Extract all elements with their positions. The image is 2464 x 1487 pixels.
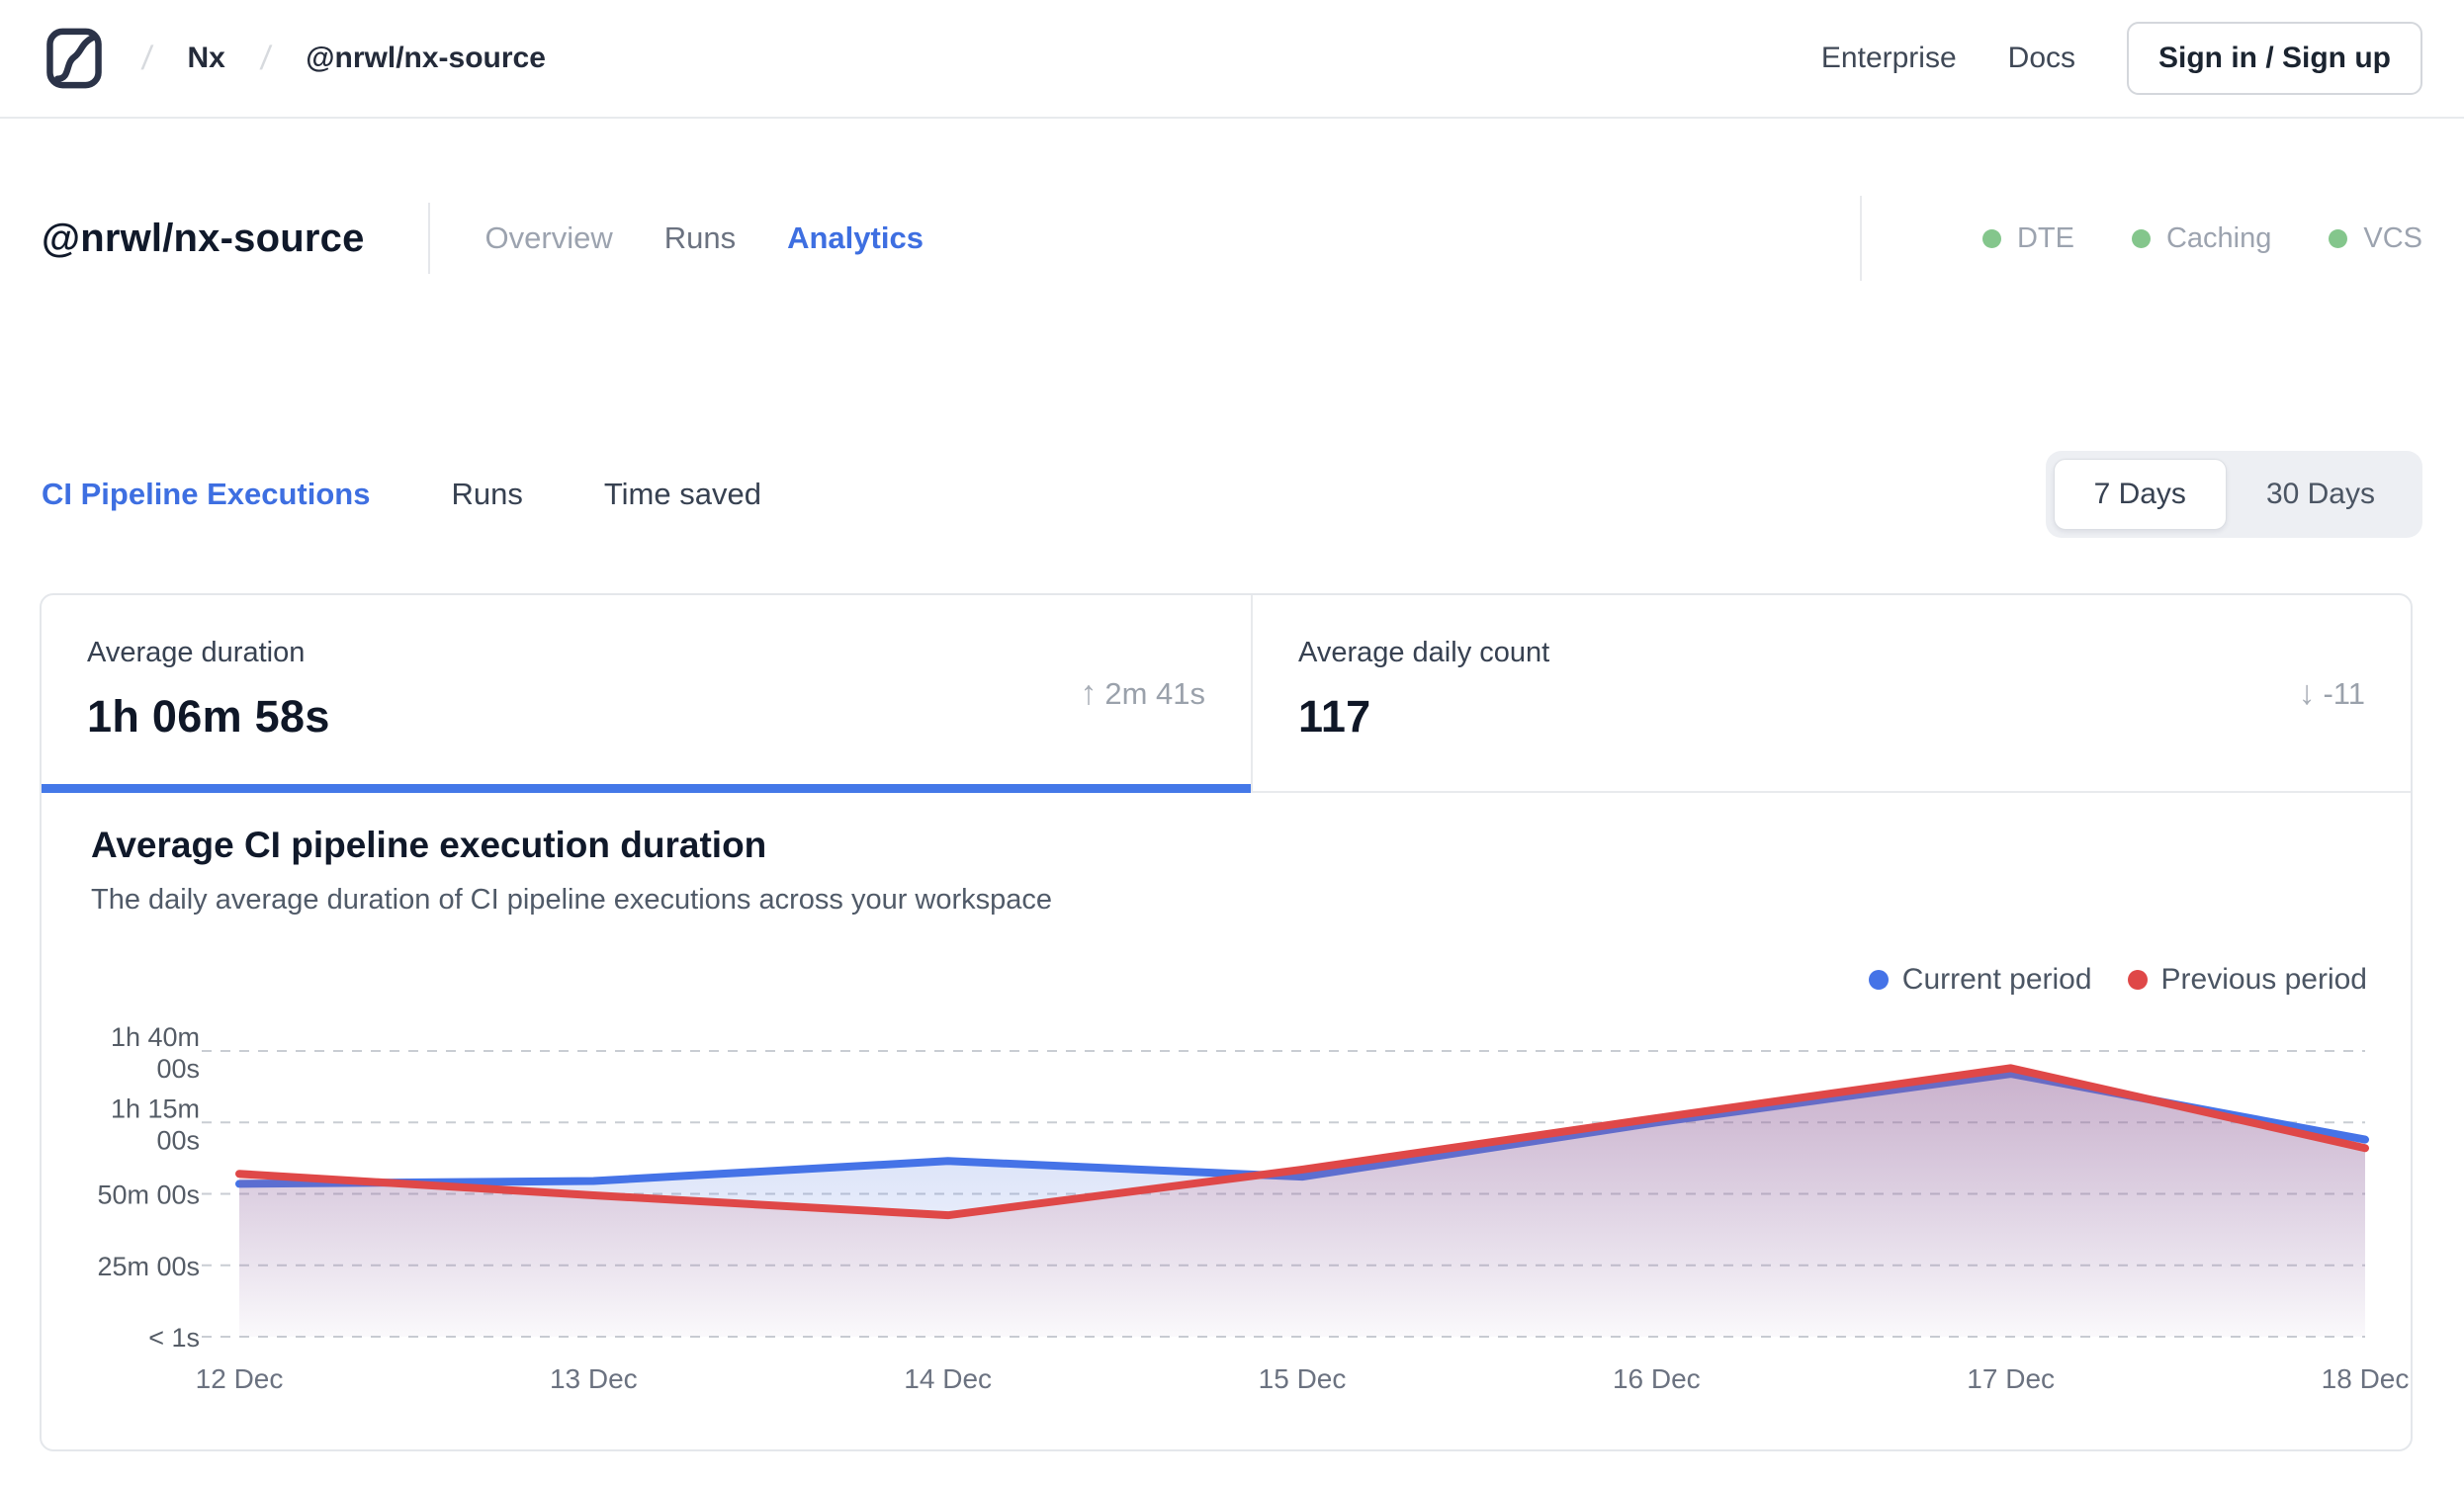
- green-dot-icon: [1981, 228, 2001, 248]
- green-dot-icon: [2131, 228, 2151, 248]
- svg-text:18 Dec: 18 Dec: [2322, 1363, 2410, 1394]
- range-7-days-button[interactable]: 7 Days: [2053, 459, 2227, 530]
- page-title: @nrwl/nx-source: [42, 216, 365, 260]
- stat-delta-value: -11: [2323, 675, 2365, 711]
- tab-time-saved[interactable]: Time saved: [604, 477, 761, 512]
- tab-analytics[interactable]: Analytics: [787, 220, 924, 256]
- stat-delta: ↓ -11: [2298, 674, 2365, 713]
- svg-text:15 Dec: 15 Dec: [1259, 1363, 1347, 1394]
- duration-area-chart[interactable]: 1h 40m 00s 1h 15m 00s 50m 00s 25m 00s < 1s 12 D…: [61, 1020, 2415, 1426]
- navbar: / Nx / @nrwl/nx-source Enterprise Docs S…: [0, 0, 2464, 119]
- stat-label: Average daily count: [1298, 637, 1550, 668]
- status-badge-caching: Caching: [2131, 222, 2271, 255]
- divider: [1859, 196, 1862, 281]
- stat-card-average-daily-count[interactable]: Average daily count 117 ↓ -11: [1253, 595, 2411, 791]
- workspace-header: @nrwl/nx-source Overview Runs Analytics …: [42, 194, 2422, 283]
- svg-text:< 1s: < 1s: [148, 1323, 200, 1353]
- svg-text:25m 00s: 25m 00s: [97, 1252, 200, 1281]
- workspace-tabs: Overview Runs Analytics: [485, 220, 924, 256]
- chart-legend: Current period Previous period: [1868, 963, 2367, 997]
- red-dot-icon: [2127, 970, 2148, 990]
- svg-text:50m 00s: 50m 00s: [97, 1181, 200, 1210]
- svg-text:16 Dec: 16 Dec: [1613, 1363, 1701, 1394]
- svg-text:17 Dec: 17 Dec: [1967, 1363, 2055, 1394]
- stat-value: 1h 06m 58s: [87, 691, 330, 742]
- stat-label: Average duration: [87, 637, 306, 668]
- stat-delta-value: 2m 41s: [1104, 675, 1205, 711]
- up-arrow-icon: ↑: [1080, 674, 1098, 712]
- sign-in-button[interactable]: Sign in / Sign up: [2127, 22, 2422, 95]
- svg-text:14 Dec: 14 Dec: [904, 1363, 992, 1394]
- tab-overview[interactable]: Overview: [485, 220, 613, 256]
- breadcrumb-org[interactable]: Nx: [187, 42, 224, 75]
- range-30-days-button[interactable]: 30 Days: [2227, 460, 2415, 529]
- navbar-right: Enterprise Docs Sign in / Sign up: [1821, 22, 2422, 95]
- svg-text:13 Dec: 13 Dec: [550, 1363, 638, 1394]
- stat-value: 117: [1298, 691, 1371, 742]
- analytics-tabs-row: CI Pipeline Executions Runs Time saved 7…: [42, 447, 2422, 542]
- tab-ci-pipeline-executions[interactable]: CI Pipeline Executions: [42, 477, 370, 512]
- svg-text:1h 40m00s: 1h 40m 00s: [111, 1022, 200, 1084]
- svg-text:1h 15m00s: 1h 15m 00s: [111, 1093, 200, 1155]
- status-badge-vcs: VCS: [2329, 222, 2422, 255]
- nav-link-docs[interactable]: Docs: [2008, 42, 2075, 75]
- green-dot-icon: [2329, 228, 2348, 248]
- breadcrumb-workspace[interactable]: @nrwl/nx-source: [306, 42, 546, 75]
- tab-runs[interactable]: Runs: [664, 220, 736, 256]
- chart-title: Average CI pipeline execution duration: [91, 825, 767, 865]
- nx-cloud-logo-icon[interactable]: [42, 26, 107, 91]
- breadcrumb-separator: /: [139, 39, 155, 77]
- status-badges: DTE Caching VCS: [1859, 196, 2422, 281]
- down-arrow-icon: ↓: [2298, 674, 2316, 712]
- legend-current-period[interactable]: Current period: [1868, 963, 2092, 997]
- stat-delta: ↑ 2m 41s: [1080, 674, 1205, 713]
- chart-subtitle: The daily average duration of CI pipelin…: [91, 884, 1053, 916]
- date-range-toggle: 7 Days 30 Days: [2045, 451, 2422, 538]
- tab-analytics-runs[interactable]: Runs: [451, 477, 522, 512]
- nav-link-enterprise[interactable]: Enterprise: [1821, 42, 1957, 75]
- active-card-indicator: [42, 784, 1251, 793]
- stat-cards-row: Average duration 1h 06m 58s ↑ 2m 41s Ave…: [42, 595, 2411, 793]
- svg-text:12 Dec: 12 Dec: [196, 1363, 284, 1394]
- status-badge-dte: DTE: [1981, 222, 2074, 255]
- legend-previous-period[interactable]: Previous period: [2127, 963, 2367, 997]
- divider: [427, 203, 430, 274]
- stat-card-average-duration[interactable]: Average duration 1h 06m 58s ↑ 2m 41s: [42, 595, 1253, 793]
- analytics-card: Average duration 1h 06m 58s ↑ 2m 41s Ave…: [40, 593, 2413, 1451]
- breadcrumb-separator: /: [258, 39, 274, 77]
- blue-dot-icon: [1868, 970, 1889, 990]
